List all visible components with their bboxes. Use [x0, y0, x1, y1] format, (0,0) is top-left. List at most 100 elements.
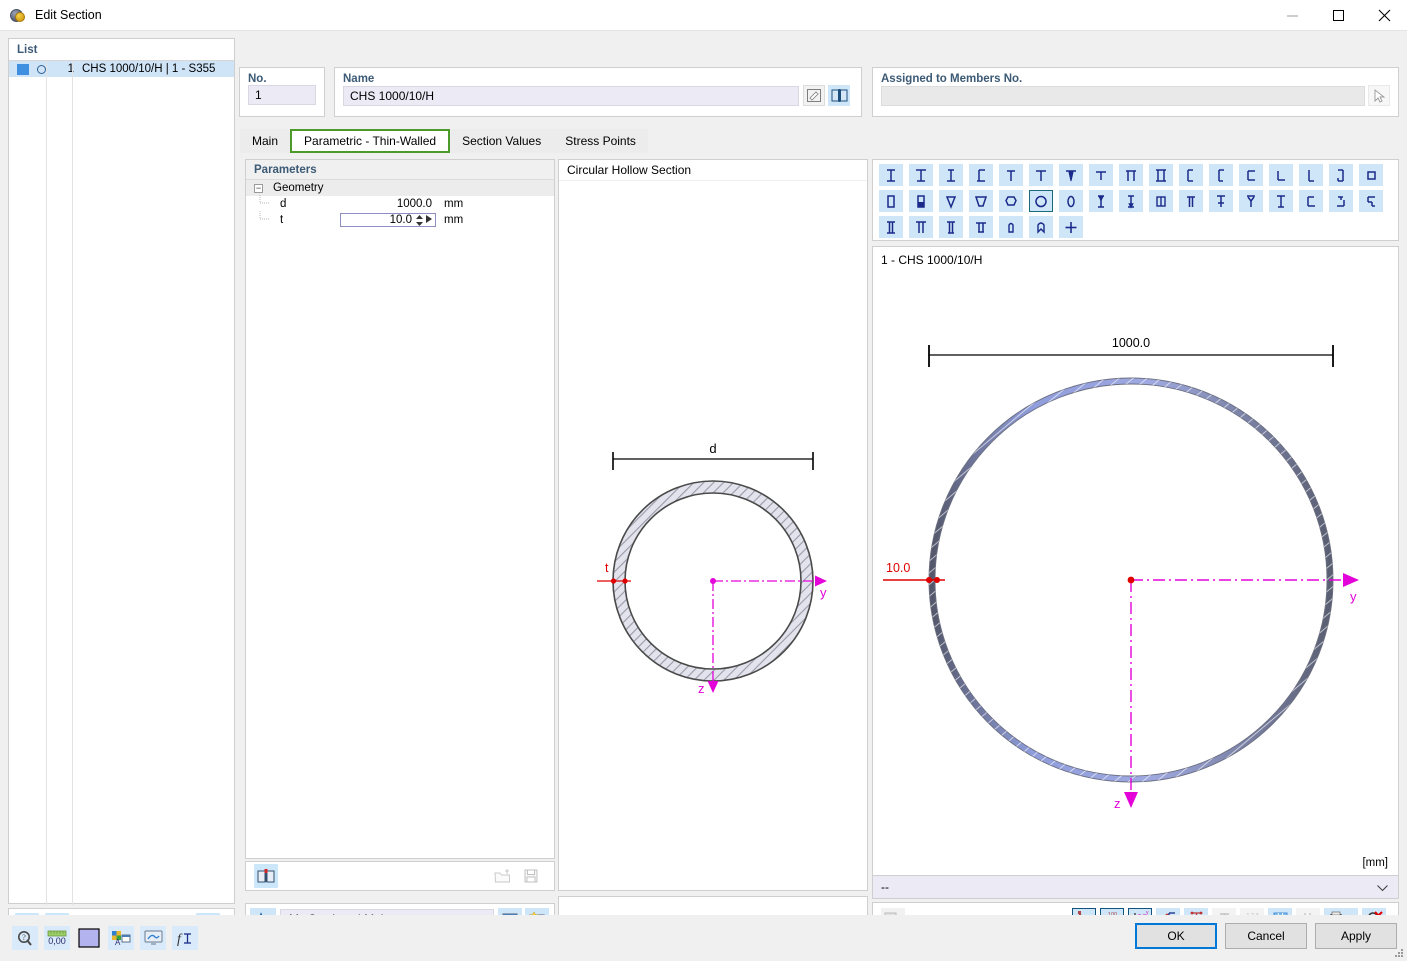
section-type-c-channel[interactable] [1179, 164, 1203, 186]
close-icon[interactable] [1361, 0, 1407, 31]
tab-main[interactable]: Main [240, 129, 290, 153]
section-type-l-equal[interactable] [1299, 164, 1323, 186]
section-type-cross-section[interactable] [1059, 216, 1083, 238]
section-type-i-symmetric[interactable] [879, 164, 903, 186]
section-type-i-double-flange[interactable] [939, 216, 963, 238]
section-type-ellipse[interactable] [1059, 190, 1083, 212]
section-type-t-flange-wide[interactable] [969, 216, 993, 238]
section-library-button[interactable] [828, 85, 850, 106]
collapse-icon[interactable]: − [254, 184, 263, 193]
assigned-members-input[interactable] [881, 86, 1365, 106]
section-type-t-double-web[interactable] [909, 216, 933, 238]
section-type-z-section[interactable] [1329, 164, 1353, 186]
tab-section-values[interactable]: Section Values [450, 129, 553, 153]
parameters-toolbar [245, 861, 555, 891]
parameter-value-t-input[interactable]: 10.0 [340, 213, 436, 227]
app-icon [9, 6, 27, 24]
units-button[interactable]: 0,00 [44, 926, 70, 950]
section-name-input[interactable]: CHS 1000/10/H [343, 86, 799, 106]
tab-stress-points[interactable]: Stress Points [553, 129, 648, 153]
resize-grip[interactable] [1394, 947, 1404, 957]
section-type-c-flat[interactable] [1299, 190, 1323, 212]
section-type-i-narrow[interactable] [939, 164, 963, 186]
edit-name-button[interactable] [803, 85, 825, 106]
preview-thickness-label: t [605, 561, 609, 575]
parameter-value-t: 10.0 [390, 214, 412, 226]
section-type-t-box[interactable] [1179, 190, 1203, 212]
info-button[interactable]: ? [12, 926, 38, 950]
section-type-c-square[interactable] [1239, 164, 1263, 186]
maximize-icon[interactable] [1315, 0, 1361, 31]
no-label: No. [240, 68, 324, 85]
color-button[interactable] [76, 926, 102, 950]
spinner-icon[interactable] [416, 215, 423, 226]
section-type-box-i[interactable] [1149, 190, 1173, 212]
section-type-t-section[interactable] [999, 164, 1023, 186]
pick-members-button[interactable] [1368, 85, 1390, 106]
section-type-row-3 [873, 216, 1398, 238]
section-type-square-tube[interactable] [1359, 164, 1383, 186]
parameters-group-geometry[interactable]: − Geometry [246, 180, 554, 196]
svg-text:A: A [115, 938, 121, 947]
section-type-octagon[interactable] [999, 190, 1023, 212]
section-type-i-rounded[interactable] [1089, 190, 1113, 212]
parameter-name: d [278, 198, 340, 210]
drawing-canvas[interactable]: 1000.0 10.0 y z [873, 267, 1398, 867]
section-type-l-angle[interactable] [1269, 164, 1293, 186]
section-type-i-asym[interactable] [969, 164, 993, 186]
section-type-rect-tube[interactable] [879, 190, 903, 212]
section-type-i-unequal[interactable] [909, 164, 933, 186]
section-name-field-group: Name CHS 1000/10/H [334, 67, 862, 117]
section-type-y-section[interactable] [1239, 190, 1263, 212]
section-type-c-notched[interactable] [1359, 190, 1383, 212]
list-header: List [9, 39, 234, 61]
group-label: Geometry [273, 182, 324, 194]
display-properties-button[interactable]: A [108, 926, 134, 950]
svg-text:0,00: 0,00 [48, 936, 66, 946]
svg-text:?: ? [22, 933, 26, 942]
list-item[interactable]: 1 CHS 1000/10/H | 1 - S355 [9, 61, 234, 77]
section-type-rect-tube-filled[interactable] [909, 190, 933, 212]
section-type-t-tapered[interactable] [1029, 164, 1053, 186]
section-type-t-double[interactable] [1269, 190, 1293, 212]
window-controls [1269, 0, 1407, 31]
section-no-input[interactable]: 1 [248, 85, 316, 105]
name-label: Name [335, 68, 861, 85]
section-drawing-panel: 1 - CHS 1000/10/H [872, 246, 1399, 876]
chevron-down-icon[interactable] [1377, 881, 1388, 895]
section-type-dome-section[interactable] [999, 216, 1023, 238]
section-type-c-thin[interactable] [1209, 164, 1233, 186]
ok-button[interactable]: OK [1135, 923, 1217, 949]
dialog-buttons: OK Cancel Apply [1127, 923, 1397, 949]
minimize-icon[interactable] [1269, 0, 1315, 31]
parameter-library-button[interactable] [254, 864, 278, 888]
expand-value-icon[interactable] [426, 214, 433, 226]
section-type-t-cross[interactable] [1209, 190, 1233, 212]
parameter-value-d[interactable]: 1000.0 [340, 197, 436, 211]
parameter-row-d[interactable]: d 1000.0 mm [246, 196, 554, 212]
section-list-panel: List 1 CHS 1000/10/H | 1 - S355 [8, 38, 235, 904]
section-type-t-wide-flange[interactable] [1059, 164, 1083, 186]
parameter-row-t[interactable]: t 10.0 mm [246, 212, 554, 228]
window-title: Edit Section [35, 8, 102, 22]
section-type-t-flat[interactable] [1089, 164, 1113, 186]
drawing-axis-y-label: y [1350, 589, 1357, 604]
apply-button[interactable]: Apply [1315, 923, 1397, 949]
section-type-double-i[interactable] [1149, 164, 1173, 186]
visual-settings-button[interactable] [140, 926, 166, 950]
section-preview-panel: Circular Hollow Section d [558, 159, 868, 891]
section-type-v-trapezoid[interactable] [939, 190, 963, 212]
section-type-i-bulb[interactable] [1119, 190, 1143, 212]
tab-parametric-thin-walled[interactable]: Parametric - Thin-Walled [290, 129, 450, 153]
section-type-i-double-web[interactable] [879, 216, 903, 238]
drawing-view-combo[interactable]: -- [872, 875, 1399, 899]
title-bar: Edit Section [0, 0, 1407, 31]
section-type-pi-section[interactable] [1119, 164, 1143, 186]
section-type-c-stepped[interactable] [1329, 190, 1353, 212]
parameter-name: t [278, 214, 340, 226]
section-type-circle-hollow[interactable] [1029, 190, 1053, 212]
section-type-trapezoid-wide[interactable] [969, 190, 993, 212]
cancel-button[interactable]: Cancel [1225, 923, 1307, 949]
formula-button[interactable]: f [172, 926, 198, 950]
section-type-arch-section[interactable] [1029, 216, 1053, 238]
